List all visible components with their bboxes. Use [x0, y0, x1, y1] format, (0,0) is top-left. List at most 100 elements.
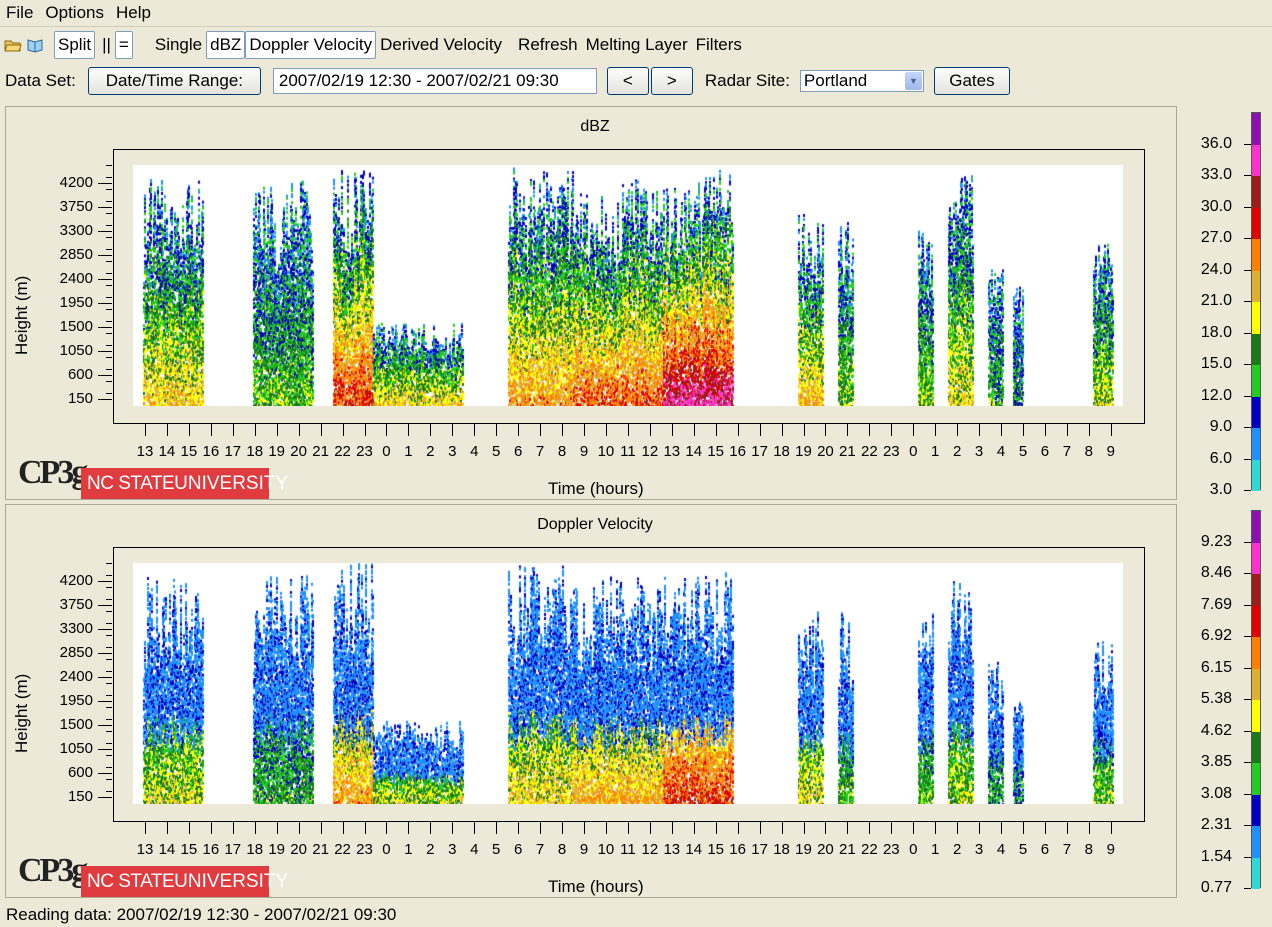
- y-tick-mark: [98, 303, 112, 304]
- y-tick-label: 1950: [59, 294, 93, 311]
- x-tick-mark: [913, 822, 915, 834]
- x-tick-label: 1: [404, 443, 413, 460]
- colorbar-label: 9.0: [1209, 418, 1232, 435]
- colorbar-tick: [1244, 699, 1251, 700]
- y-minor-tick: [106, 659, 112, 660]
- x-tick-label: 0: [909, 443, 918, 460]
- x-tick-mark: [540, 822, 542, 834]
- y-minor-tick: [106, 249, 112, 250]
- y-tick-mark: [98, 255, 112, 256]
- derived-velocity-button[interactable]: Derived Velocity: [376, 31, 506, 59]
- x-tick-mark: [496, 424, 498, 436]
- y-tick-label: 600: [67, 764, 93, 781]
- x-tick-label: 5: [1018, 841, 1028, 858]
- colorbar-label: 12.0: [1200, 386, 1232, 404]
- filters-button[interactable]: Filters: [692, 31, 746, 59]
- x-tick-label: 20: [817, 443, 834, 460]
- y-minor-tick: [106, 707, 112, 708]
- cpg-logo: CP3g: [18, 454, 88, 491]
- colorbar-swatch: [1252, 700, 1260, 732]
- x-tick-mark: [518, 424, 520, 436]
- y-tick-label: 2400: [59, 270, 93, 287]
- x-tick-label: 14: [158, 443, 176, 460]
- menu-help[interactable]: Help: [110, 3, 157, 23]
- radar-image[interactable]: [133, 563, 1123, 804]
- y-tick-label: 2400: [59, 668, 93, 685]
- colorbar-tick: [1244, 238, 1251, 239]
- gates-button[interactable]: Gates: [933, 67, 1010, 95]
- x-tick-mark: [869, 822, 871, 834]
- colorbar-tick: [1244, 206, 1251, 208]
- x-tick-mark: [430, 424, 432, 436]
- y-minor-tick: [106, 393, 112, 394]
- ncsu-logo: NC STATE UNIVERSITY: [81, 468, 288, 499]
- colorbar-swatch: [1252, 144, 1260, 176]
- colorbar-label: 18.0: [1200, 323, 1232, 341]
- refresh-button[interactable]: Refresh: [514, 31, 582, 59]
- panel-title: dBZ: [580, 118, 610, 135]
- menu-options[interactable]: Options: [39, 3, 110, 23]
- single-button[interactable]: Single: [151, 31, 206, 59]
- y-minor-tick: [106, 273, 112, 274]
- x-tick-label: 16: [202, 841, 220, 858]
- x-tick-label: 7: [535, 841, 545, 858]
- prev-button[interactable]: <: [606, 67, 649, 95]
- x-tick-label: 23: [356, 443, 373, 460]
- colorbar-swatch: [1252, 542, 1260, 574]
- x-tick-mark: [386, 822, 388, 834]
- colorbar-label: 4.62: [1200, 721, 1232, 739]
- dbz-button[interactable]: dBZ: [206, 31, 246, 59]
- x-tick-label: 17: [751, 443, 768, 460]
- x-tick-mark: [188, 424, 190, 436]
- x-tick-mark: [935, 822, 937, 834]
- x-tick-mark: [693, 822, 695, 834]
- y-tick-mark: [98, 279, 112, 280]
- date-time-range-button[interactable]: Date/Time Range:: [87, 67, 261, 95]
- x-tick-label: 17: [224, 443, 242, 460]
- x-tick-mark: [847, 424, 849, 436]
- x-tick-label: 22: [334, 841, 351, 858]
- equal-button[interactable]: =: [114, 31, 133, 59]
- next-button[interactable]: >: [650, 67, 693, 95]
- colorbar-tick: [1244, 301, 1251, 302]
- y-minor-tick: [106, 683, 112, 684]
- x-tick-mark: [342, 822, 344, 834]
- menu-file[interactable]: File: [0, 3, 39, 23]
- x-tick-label: 15: [180, 443, 198, 460]
- split-button[interactable]: Split: [54, 31, 96, 59]
- cpg-logo: CP3g: [18, 852, 88, 889]
- colorbar-label: 30.0: [1200, 197, 1232, 215]
- chevron-down-icon[interactable]: ▼: [904, 72, 922, 90]
- melting-layer-button[interactable]: Melting Layer: [582, 31, 692, 59]
- colorbar-swatch: [1252, 176, 1260, 208]
- colorbar-swatch: [1252, 333, 1260, 365]
- y-tick-label: 3300: [59, 620, 93, 637]
- y-tick-mark: [98, 183, 112, 184]
- open-folder-icon[interactable]: [4, 36, 22, 54]
- x-tick-label: 4: [996, 443, 1006, 460]
- y-tick-mark: [98, 629, 112, 630]
- x-tick-mark: [408, 424, 410, 436]
- date-range-field[interactable]: 2007/02/19 12:30 - 2007/02/21 09:30: [272, 68, 597, 94]
- parallel-button[interactable]: ||: [98, 31, 115, 59]
- y-minor-tick: [106, 189, 112, 190]
- colorbar-swatch: [1252, 207, 1260, 239]
- colorbar-tick: [1244, 458, 1251, 460]
- doppler-velocity-button[interactable]: Doppler Velocity: [245, 31, 377, 59]
- open-book-icon[interactable]: [26, 36, 44, 54]
- y-tick-label: 1050: [59, 342, 93, 359]
- radar-site-value: Portland: [803, 71, 868, 90]
- x-tick-mark: [803, 822, 805, 834]
- radar-image[interactable]: [133, 165, 1123, 406]
- ncsu-bold: NC STATE: [87, 870, 175, 892]
- x-tick-mark: [232, 822, 234, 834]
- y-minor-tick: [106, 791, 112, 792]
- x-tick-label: 17: [751, 841, 768, 858]
- x-tick-label: 11: [620, 443, 636, 460]
- y-tick-mark: [98, 581, 112, 582]
- radar-site-select[interactable]: Portland ▼: [799, 70, 924, 92]
- x-tick-mark: [759, 822, 761, 834]
- x-tick-mark: [1088, 424, 1090, 436]
- x-tick-label: 13: [136, 841, 154, 858]
- x-tick-mark: [320, 822, 322, 834]
